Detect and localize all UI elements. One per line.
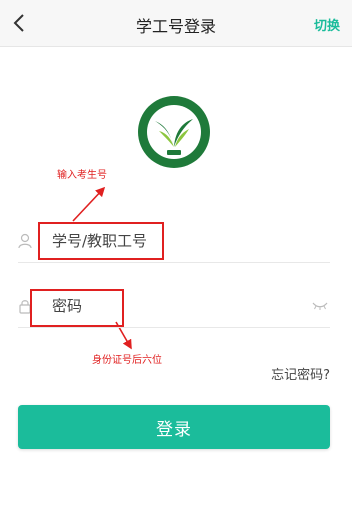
page-title: 学工号登录 <box>135 17 216 36</box>
username-annotation: 输入考生号 <box>57 170 107 181</box>
password-input[interactable] <box>40 287 312 325</box>
password-field <box>18 287 330 328</box>
password-annotation: 身份证号后六位 <box>92 355 162 366</box>
switch-button[interactable]: 切换 <box>314 15 340 34</box>
eye-closed-icon[interactable] <box>312 300 328 310</box>
lock-icon <box>19 300 31 314</box>
top-bar: 学工号登录 切换 <box>0 0 352 47</box>
username-field <box>18 222 330 263</box>
forgot-password-link[interactable]: 忘记密码? <box>271 364 330 383</box>
login-button[interactable]: 登录 <box>18 405 330 449</box>
school-logo <box>137 95 211 169</box>
user-icon <box>18 233 32 249</box>
username-input[interactable] <box>40 222 312 260</box>
